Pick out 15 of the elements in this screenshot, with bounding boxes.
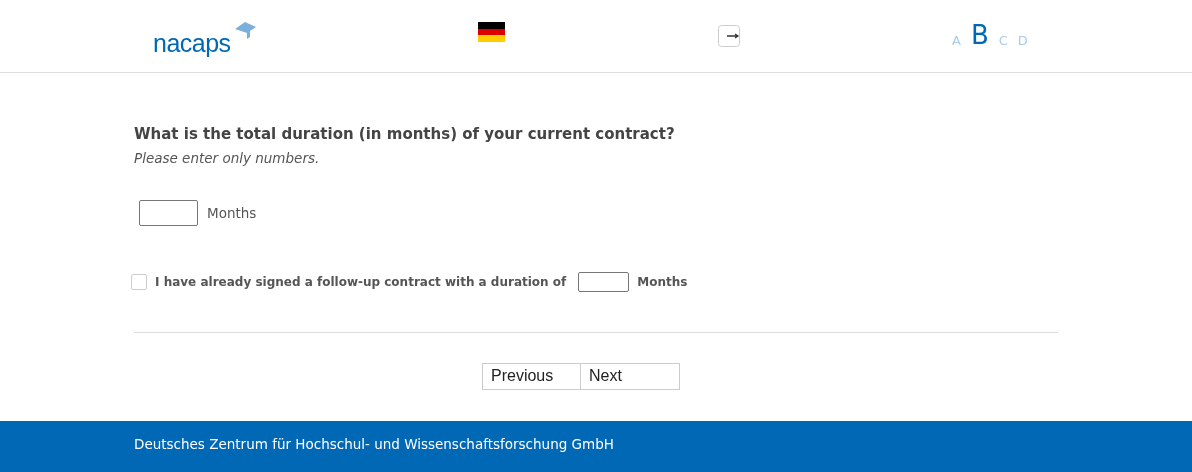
follow-up-checkbox[interactable] [131, 273, 147, 290]
follow-up-months-label: Months [637, 273, 688, 291]
follow-up-label: I have already signed a follow-up contract with a duration of [155, 273, 567, 291]
footer-text: Deutsches Zentrum für Hochschul- und Wissenschaftsforschung GmbH [134, 435, 614, 454]
months-input[interactable] [139, 199, 198, 226]
previous-button[interactable]: Previous [482, 362, 581, 390]
german-flag-icon[interactable] [478, 22, 505, 42]
months-label: Months [207, 203, 257, 223]
font-size-button[interactable]: B [970, 22, 989, 48]
logo-text: nacaps [153, 31, 231, 56]
question-title: What is the total duration (in months) of your current contract? [134, 124, 676, 145]
follow-up-months-input[interactable] [578, 271, 630, 292]
logout-icon[interactable] [718, 25, 741, 47]
question-hint: Please enter only numbers. [134, 148, 321, 168]
next-button[interactable]: Next [581, 362, 680, 390]
